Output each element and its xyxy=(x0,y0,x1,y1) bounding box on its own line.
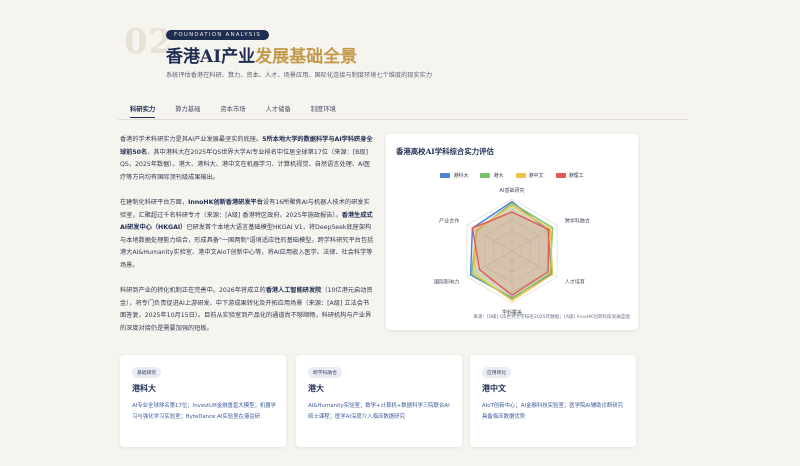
card-badge: 跨学科融合 xyxy=(308,367,342,378)
university-card-cuhk: 应用转化 港中文 AIoT创新中心；AI金融科技实验室；医学院AI辅助诊断研究具… xyxy=(470,355,636,447)
legend-label: 港中文 xyxy=(528,173,544,179)
highlight-text: InnoHK创新香港研发平台 xyxy=(188,199,263,206)
legend-label: 港大 xyxy=(493,173,504,179)
paragraph-3: 科研到产业的转化机制正在完善中。2026年将成立的香港人工智能研发院（10亿港元… xyxy=(120,285,374,335)
legend-item[interactable]: 港大 xyxy=(480,172,504,179)
radar-axis-label: 国际影响力 xyxy=(434,279,459,286)
body-text: 科研到产业的转化机制正在完善中。2026年将成立的 xyxy=(120,287,266,294)
legend-item[interactable]: 港理工 xyxy=(555,172,584,179)
chart-source: 来源：[B级] QS世界大学排名2025年数据；[A级] InnoHK创新科技发… xyxy=(473,315,630,320)
chart-legend: 港科大 港大 港中文 港理工 xyxy=(386,172,638,179)
page-subtitle: 系统评估香港在科研、算力、资本、人才、场景应用、国际化连接与制度环境七个维度的现… xyxy=(166,72,433,79)
chart-title: 香港高校AI学科综合实力评估 xyxy=(396,147,494,156)
university-card-hkust: 基础研究 港科大 AI专业全球排名第17位；InvestLM金融垂直大模型；机器… xyxy=(120,355,286,447)
legend-label: 港科大 xyxy=(453,173,469,179)
card-name: 港科大 xyxy=(132,383,156,393)
paragraph-2: 在建制化科研平台方面，InnoHK创新香港研发平台设有16所聚焦AI与机器人技术… xyxy=(120,197,374,273)
legend-item[interactable]: 港科大 xyxy=(440,172,468,179)
tab-institution[interactable]: 制度环境 xyxy=(311,104,336,118)
page-title: 香港AI产业发展基础全景 xyxy=(166,42,357,67)
radar-axis-label: 人才培育 xyxy=(565,279,585,286)
paragraph-1: 香港的学术科研实力是其AI产业发展最坚实的底座。5所本地大学的数据科学与AI学科… xyxy=(120,134,374,184)
tab-research[interactable]: 科研实力 xyxy=(130,104,156,118)
body-text: 在建制化科研平台方面， xyxy=(120,199,189,206)
title-main: 香港AI产业 xyxy=(166,47,256,67)
legend-swatch xyxy=(515,173,526,178)
card-name: 港中文 xyxy=(482,383,506,393)
card-badge: 应用转化 xyxy=(482,367,512,378)
tab-compute[interactable]: 算力基础 xyxy=(175,104,200,118)
legend-swatch xyxy=(480,173,491,178)
title-highlight: 发展基础全景 xyxy=(255,47,358,67)
tab-capital[interactable]: 资本市场 xyxy=(220,104,245,118)
university-card-hku: 跨学科融合 港大 AI&Humanity实验室；数学+计算机+数据科学三院联合A… xyxy=(296,355,462,447)
tab-bar: 科研实力 算力基础 资本市场 人才储备 制度环境 xyxy=(130,104,356,118)
body-text: ，其中港科大在2025年QS世界大学AI专业排名中位居全球第17位（来源：[B级… xyxy=(120,148,371,181)
body-text: 香港的学术科研实力是其AI产业发展最坚实的底座。 xyxy=(120,136,263,143)
card-description: AI专业全球排名第17位；InvestLM金融垂直大模型；机器学习与强化学习实验… xyxy=(132,403,277,420)
radar-chart: AI基础研究跨学科融合人才培育学科覆盖国际影响力产业合作 xyxy=(434,187,590,316)
legend-swatch xyxy=(440,173,451,178)
section-tag: FOUNDATION ANALYSIS xyxy=(166,30,270,40)
card-description: AIoT创新中心；AI金融科技实验室；医学院AI辅助诊断研究具备临床数据优势 xyxy=(482,403,624,420)
radar-axis-label: 跨学科融合 xyxy=(565,218,590,225)
highlight-text: 香港人工智能研发院 xyxy=(265,287,322,294)
radar-axis-label: 产业合作 xyxy=(439,218,459,225)
chart-card: AI基础研究 跨学科融合 人才培育 学科覆盖 国际影响力 产业合作 香港高校AI学科综合实… xyxy=(386,134,638,330)
tabs-divider xyxy=(118,119,688,120)
legend-label: 港理工 xyxy=(568,173,584,179)
legend-item[interactable]: 港中文 xyxy=(515,172,544,179)
legend-swatch xyxy=(555,173,566,178)
card-description: AI&Humanity实验室；数学+计算机+数据科学三院联合AI硕士课程；医学A… xyxy=(308,403,450,420)
tab-talent[interactable]: 人才储备 xyxy=(266,104,291,118)
radar-axis-label: AI基础研究 xyxy=(500,187,525,194)
card-badge: 基础研究 xyxy=(132,367,162,378)
card-name: 港大 xyxy=(308,383,324,393)
